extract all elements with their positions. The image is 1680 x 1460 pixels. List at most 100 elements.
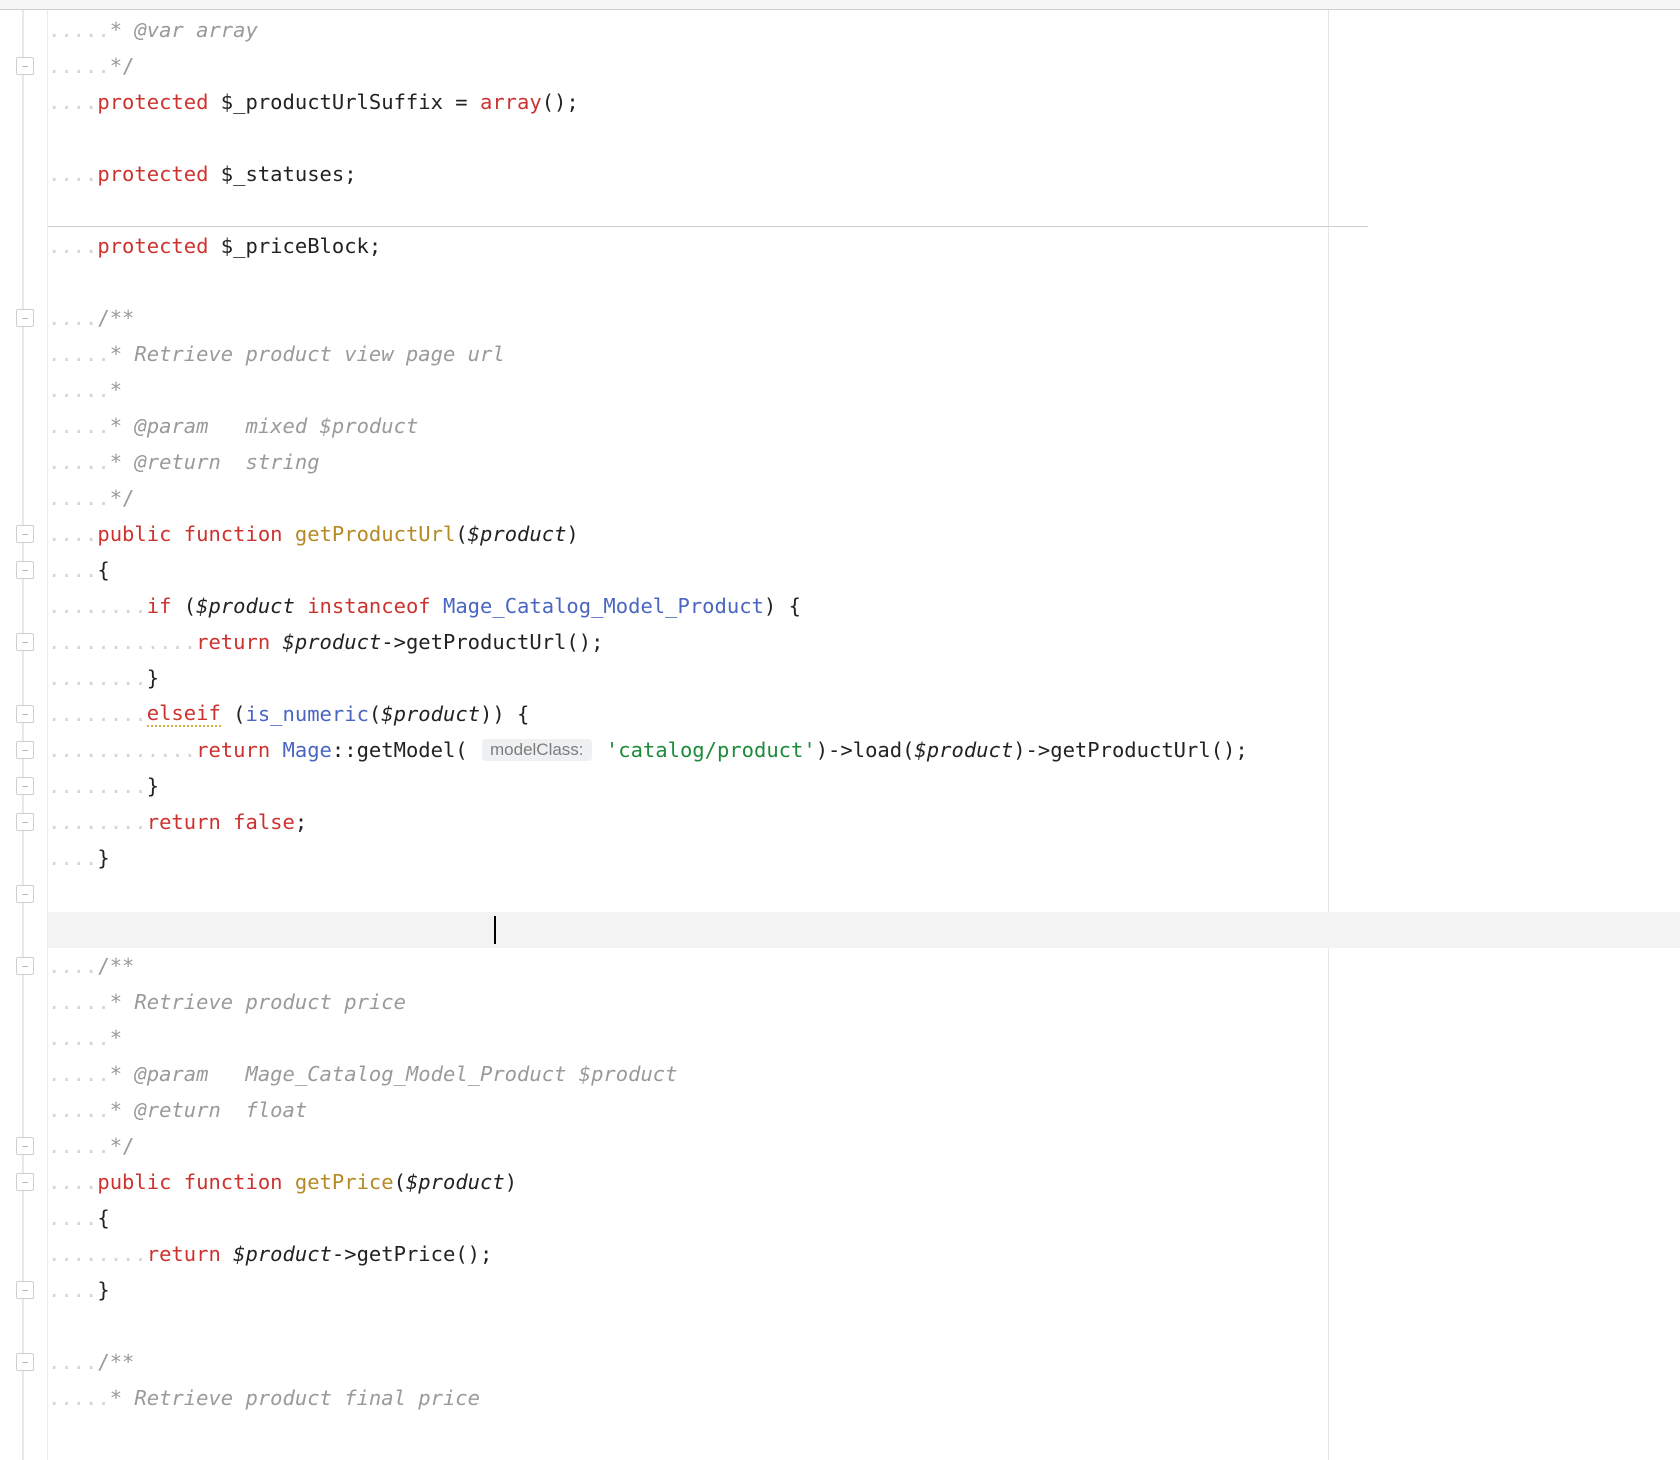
code-line[interactable]: .....*/: [48, 48, 134, 84]
code-line[interactable]: ..../**: [48, 948, 134, 984]
token: $product: [468, 522, 567, 546]
token: ->getProductUrl();: [381, 630, 603, 654]
code-line[interactable]: ........}: [48, 660, 159, 696]
code-line[interactable]: [48, 876, 60, 912]
token: $product: [283, 630, 382, 654]
token: .....: [48, 1026, 110, 1050]
token: $product: [381, 702, 480, 726]
token: array: [480, 90, 542, 114]
code-line[interactable]: .....* Retrieve product view page url: [48, 336, 505, 372]
token: [48, 918, 60, 942]
fold-toggle-icon[interactable]: −: [16, 633, 34, 651]
token: ....: [48, 954, 97, 978]
token: ....: [48, 558, 97, 582]
code-area[interactable]: .....* @var array.....*/....protected $_…: [48, 10, 1680, 1460]
code-line[interactable]: .....* @var array: [48, 12, 258, 48]
token: */: [110, 486, 135, 510]
code-line[interactable]: [48, 120, 60, 156]
fold-toggle-icon[interactable]: −: [16, 309, 34, 327]
gutter[interactable]: − − − − − − − − − − − − − − −: [0, 10, 48, 1460]
token: is_numeric: [246, 702, 369, 726]
code-line[interactable]: ........if ($product instanceof Mage_Cat…: [48, 588, 801, 624]
token: )->getProductUrl();: [1013, 738, 1248, 762]
code-line[interactable]: ....{: [48, 1200, 110, 1236]
code-line[interactable]: ........elseif (is_numeric($product)) {: [48, 696, 529, 732]
token: ....: [48, 162, 97, 186]
fold-toggle-icon[interactable]: −: [16, 57, 34, 75]
code-line[interactable]: .....* @return string: [48, 444, 320, 480]
code-line[interactable]: ........}: [48, 768, 159, 804]
code-line[interactable]: ....public function getPrice($product): [48, 1164, 517, 1200]
fold-toggle-icon[interactable]: −: [16, 561, 34, 579]
token: Retrieve product view page url: [134, 342, 504, 366]
code-line[interactable]: .....* Retrieve product final price: [48, 1380, 480, 1416]
current-line-highlight: [48, 912, 1680, 948]
code-line[interactable]: ....protected $_productUrlSuffix = array…: [48, 84, 579, 120]
editor: −−−−−−−−−−−−−−− .....* @var array.....*/…: [0, 10, 1680, 1460]
code-line[interactable]: ........return false;: [48, 804, 307, 840]
token: @param: [134, 414, 245, 438]
code-line[interactable]: [48, 264, 60, 300]
fold-toggle-icon[interactable]: −: [16, 741, 34, 759]
fold-toggle-icon[interactable]: −: [16, 525, 34, 543]
code-line[interactable]: .....*/: [48, 480, 134, 516]
code-line[interactable]: ............return $product->getProductU…: [48, 624, 603, 660]
fold-toggle-icon[interactable]: −: [16, 813, 34, 831]
token: elseif: [147, 701, 221, 727]
fold-toggle-icon[interactable]: −: [16, 1281, 34, 1299]
token: ........: [48, 1242, 147, 1266]
code-line[interactable]: ....protected $_statuses;: [48, 156, 357, 192]
code-line[interactable]: ........return $product->getPrice();: [48, 1236, 492, 1272]
code-line[interactable]: [48, 192, 60, 228]
code-line[interactable]: .....* Retrieve product price: [48, 984, 406, 1020]
token: $product: [914, 738, 1013, 762]
token: public: [97, 1170, 183, 1194]
code-line[interactable]: ..../**: [48, 300, 134, 336]
token: ....: [48, 1278, 97, 1302]
fold-toggle-icon[interactable]: −: [16, 1173, 34, 1191]
code-line[interactable]: ............return Mage::getModel( model…: [48, 732, 1248, 768]
code-line[interactable]: ....public function getProductUrl($produ…: [48, 516, 579, 552]
token: return: [196, 630, 282, 654]
code-line[interactable]: .....* @param Mage_Catalog_Model_Product…: [48, 1056, 677, 1092]
fold-toggle-icon[interactable]: −: [16, 1353, 34, 1371]
fold-toggle-icon[interactable]: −: [16, 885, 34, 903]
code-line[interactable]: [48, 1308, 60, 1344]
text-cursor: [494, 916, 496, 944]
token: false: [233, 810, 295, 834]
token: Mage_Catalog_Model_Product: [443, 594, 764, 618]
fold-toggle-icon[interactable]: −: [16, 705, 34, 723]
token: /**: [97, 954, 134, 978]
token: array: [196, 18, 258, 42]
token: return: [147, 1242, 233, 1266]
code-line[interactable]: .....* @param mixed $product: [48, 408, 418, 444]
code-line[interactable]: ....}: [48, 840, 110, 876]
token: *: [110, 1098, 135, 1122]
fold-toggle-icon[interactable]: −: [16, 957, 34, 975]
token: (: [455, 522, 467, 546]
token: }: [147, 666, 159, 690]
token: .....: [48, 54, 110, 78]
fold-toggle-icon[interactable]: −: [16, 777, 34, 795]
token: ....: [48, 234, 97, 258]
code-line[interactable]: ....}: [48, 1272, 110, 1308]
token: ....: [48, 522, 97, 546]
code-line[interactable]: ..../**: [48, 1344, 134, 1380]
code-line[interactable]: .....*: [48, 372, 122, 408]
code-line[interactable]: .....* @return float: [48, 1092, 307, 1128]
tab-bar[interactable]: [0, 0, 1680, 10]
code-line[interactable]: .....*: [48, 1020, 122, 1056]
token: ........: [48, 702, 147, 726]
code-line[interactable]: ....{: [48, 552, 110, 588]
token: [48, 198, 60, 222]
token: .....: [48, 1134, 110, 1158]
fold-toggle-icon[interactable]: −: [16, 1137, 34, 1155]
code-line[interactable]: ....protected $_priceBlock;: [48, 228, 381, 264]
token: /**: [97, 306, 134, 330]
token: @param: [134, 1062, 245, 1086]
token: @return: [134, 450, 245, 474]
token: @return: [134, 1098, 245, 1122]
token: {: [97, 558, 109, 582]
code-line[interactable]: [48, 912, 60, 948]
code-line[interactable]: .....*/: [48, 1128, 134, 1164]
